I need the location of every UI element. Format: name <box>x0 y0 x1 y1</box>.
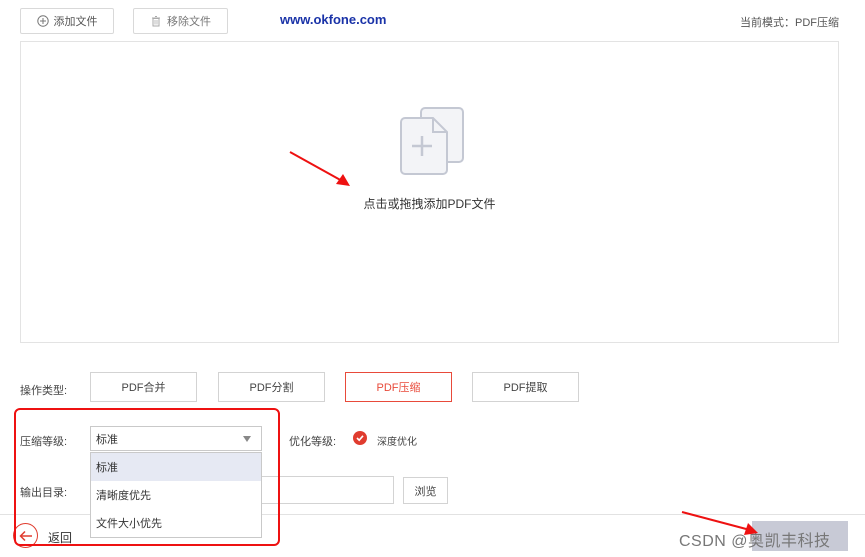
add-document-icon <box>400 107 464 175</box>
compression-level-label: 压缩等级: <box>20 436 68 448</box>
pdf-merge-button[interactable]: PDF合并 <box>90 372 197 402</box>
add-circle-icon <box>36 15 49 27</box>
remove-file-button[interactable]: 移除文件 <box>133 8 228 34</box>
trash-icon <box>152 16 160 27</box>
chevron-down-icon <box>243 436 251 442</box>
optimization-level-label: 优化等级: <box>289 436 337 448</box>
check-circle-icon[interactable] <box>353 431 367 445</box>
pdf-compress-button[interactable]: PDF压缩 <box>345 372 452 402</box>
add-file-button[interactable]: 添加文件 <box>20 8 114 34</box>
app-window: 添加文件 移除文件 www.okfone.com 当前模式：PDF压缩 点击或拖… <box>0 0 865 557</box>
compression-selected-value: 标准 <box>96 433 118 446</box>
remove-file-label: 移除文件 <box>167 16 211 28</box>
output-directory-label: 输出目录: <box>20 487 68 499</box>
dropdown-option-standard[interactable]: 标准 <box>91 453 261 481</box>
operation-type-label: 操作类型: <box>20 385 68 397</box>
browse-button[interactable]: 浏览 <box>403 477 448 504</box>
pdf-extract-button[interactable]: PDF提取 <box>472 372 579 402</box>
pdf-drop-zone[interactable]: 点击或拖拽添加PDF文件 <box>20 41 839 343</box>
compression-level-select[interactable]: 标准 <box>90 426 262 451</box>
output-directory-input[interactable] <box>262 476 394 504</box>
annotation-arrow-icon <box>289 151 350 186</box>
pdf-split-button[interactable]: PDF分割 <box>218 372 325 402</box>
back-arrow-icon[interactable] <box>13 523 38 548</box>
add-file-label: 添加文件 <box>53 16 98 28</box>
compression-dropdown-list: 标准 清晰度优先 文件大小优先 <box>90 452 262 538</box>
dropdown-option-clarity-first[interactable]: 清晰度优先 <box>91 481 261 509</box>
dropdown-option-size-first[interactable]: 文件大小优先 <box>91 509 261 537</box>
current-mode-text: 当前模式：PDF压缩 <box>740 17 839 29</box>
site-url-text: www.okfone.com <box>280 12 387 27</box>
back-button-label[interactable]: 返回 <box>48 529 72 546</box>
checkmark-icon <box>356 435 364 442</box>
deep-optimization-text: 深度优化 <box>377 437 417 448</box>
drop-hint-text: 点击或拖拽添加PDF文件 <box>363 197 496 211</box>
annotation-arrow-bottom-icon <box>681 511 758 535</box>
